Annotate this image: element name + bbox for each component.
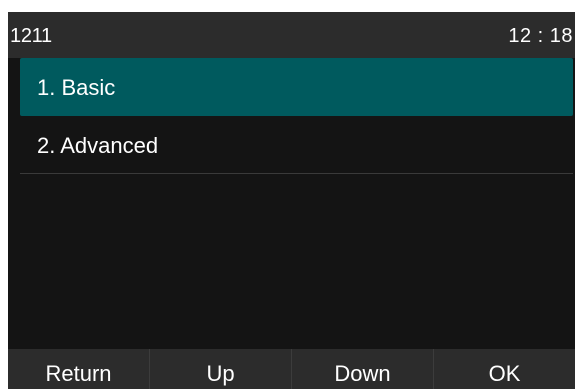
menu-item-basic[interactable]: 1. Basic bbox=[20, 58, 573, 116]
ok-softkey[interactable]: OK bbox=[433, 349, 575, 389]
menu-item-label: 2. Advanced bbox=[37, 133, 159, 158]
menu-list: 1. Basic 2. Advanced bbox=[8, 58, 575, 174]
return-softkey[interactable]: Return bbox=[8, 349, 149, 389]
softkey-bar: Return Up Down OK bbox=[8, 349, 575, 389]
clock: 12 : 18 bbox=[508, 25, 573, 47]
status-bar: 1211 12 : 18 bbox=[8, 12, 575, 58]
account-label: 1211 bbox=[10, 25, 52, 47]
phone-screen: 1211 12 : 18 1. Basic 2. Advanced Return… bbox=[8, 12, 575, 389]
up-softkey[interactable]: Up bbox=[149, 349, 291, 389]
menu-item-advanced[interactable]: 2. Advanced bbox=[20, 116, 573, 174]
menu-item-label: 1. Basic bbox=[37, 75, 116, 100]
down-softkey[interactable]: Down bbox=[291, 349, 433, 389]
